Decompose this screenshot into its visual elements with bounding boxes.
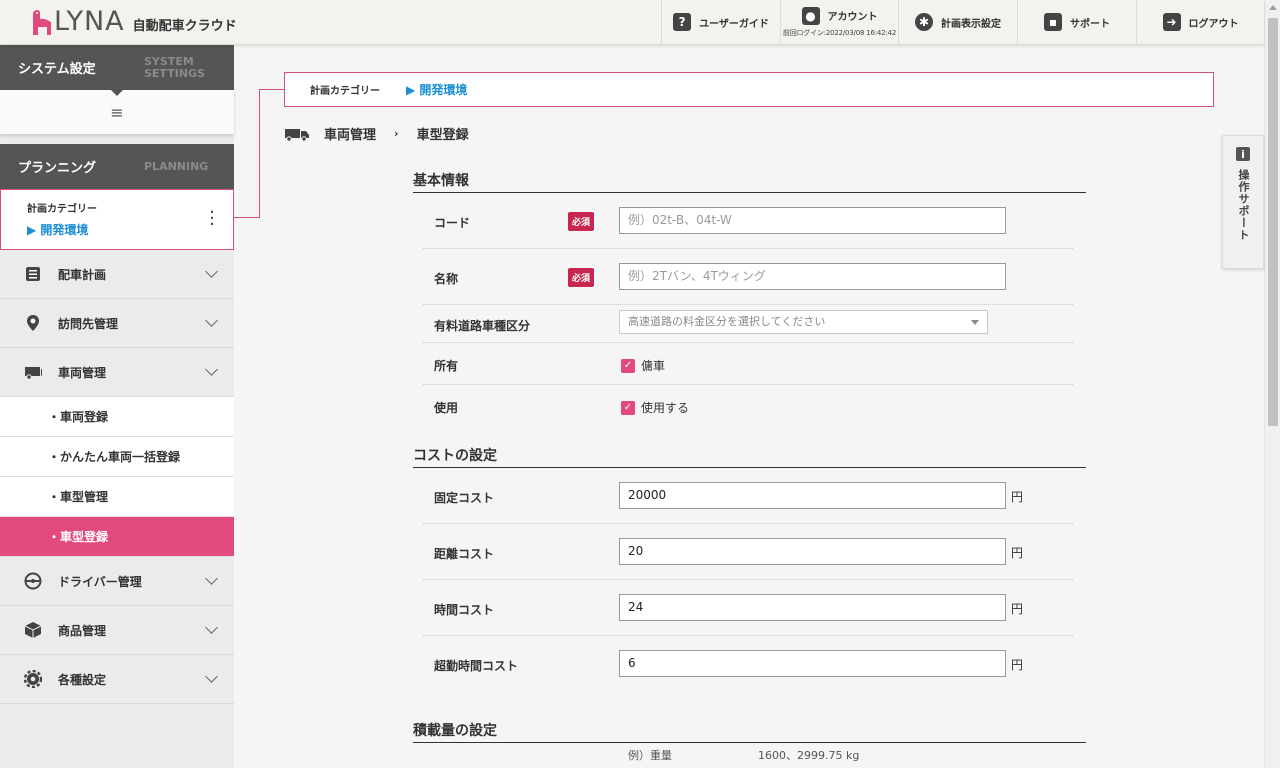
- chevron-down-icon: [205, 572, 218, 585]
- truck-icon: [24, 363, 42, 381]
- scroll-up-icon[interactable]: [1269, 5, 1277, 10]
- check-icon: ✓: [621, 358, 635, 373]
- distance-cost-row: 距離コスト 20 円: [423, 524, 1073, 580]
- section-title-load: 積載量の設定: [413, 718, 1086, 743]
- user-icon: ●: [801, 6, 820, 25]
- map-pin-icon: [24, 314, 42, 332]
- owned-row: 所有 ✓ 傭車: [423, 343, 1073, 385]
- load-example: 例）重量 1600、2999.75 kg: [628, 749, 860, 762]
- truck-icon: [284, 126, 310, 142]
- section-title-cost: コストの設定: [413, 443, 1086, 468]
- steering-wheel-icon: [24, 572, 42, 590]
- check-icon: ✓: [621, 400, 635, 415]
- account-button[interactable]: ● アカウント 前回ログイン:2022/03/08 16:42:42: [780, 0, 898, 44]
- sidebar-item-visit-management[interactable]: 訪問先管理: [0, 299, 234, 348]
- sidebar-subitem-bulk-vehicle-register[interactable]: ・かんたん車両一括登録: [0, 437, 234, 477]
- system-settings-section[interactable]: システム設定 SYSTEM SETTINGS: [0, 45, 234, 96]
- sidebar-item-settings[interactable]: 各種設定: [0, 655, 234, 704]
- breadcrumb: 車両管理 › 車型登録: [284, 124, 469, 143]
- usage-row: 使用 ✓ 使用する: [434, 399, 690, 416]
- logout-button[interactable]: ➜ ログアウト: [1136, 0, 1264, 44]
- chevron-down-icon: [205, 265, 218, 278]
- gear-icon: [24, 670, 42, 688]
- sidebar-plan-category[interactable]: 計画カテゴリー ▶ 開発環境 · · ·: [0, 189, 234, 250]
- info-icon: i: [1236, 147, 1250, 161]
- operation-support-tab[interactable]: i 操作サポート: [1222, 135, 1264, 269]
- llama-logo-icon: [30, 9, 52, 35]
- sidebar-item-product-management[interactable]: 商品管理: [0, 606, 234, 655]
- sidebar-nav: 配車計画 訪問先管理 車両管理 ・車両登録 ・かんたん車両一括登録 ・車型管理 …: [0, 250, 234, 704]
- main-content: 計画カテゴリー ▶ 開発環境 車両管理 › 車型登録 基本情報 コード 必須 例…: [234, 45, 1264, 768]
- required-badge: 必須: [568, 268, 595, 287]
- last-login: 前回ログイン:2022/03/08 16:42:42: [782, 28, 897, 37]
- gear-icon: ✱: [915, 13, 933, 31]
- distance-cost-input[interactable]: 20: [619, 538, 1006, 565]
- time-cost-row: 時間コスト 24 円: [423, 580, 1073, 636]
- header-nav: ? ユーザーガイド ● アカウント 前回ログイン:2022/03/08 16:4…: [661, 0, 1264, 44]
- chartered-checkbox[interactable]: ✓ 傭車: [621, 357, 665, 374]
- toll-row: 有料道路車種区分 高速道路の料金区分を選択してください: [423, 305, 1073, 343]
- sidebar-subitem-vehicle-type-register[interactable]: ・車型登録: [0, 517, 234, 557]
- logo-text: LYNA: [54, 6, 125, 37]
- fixed-cost-input[interactable]: 20000: [619, 482, 1006, 509]
- box-icon: [24, 621, 42, 639]
- sidebar-subitem-vehicle-type-management[interactable]: ・車型管理: [0, 477, 234, 517]
- chevron-down-icon: [205, 621, 218, 634]
- support-button[interactable]: ▪ サポート: [1017, 0, 1136, 44]
- scroll-thumb[interactable]: [1268, 18, 1278, 426]
- list-icon: [24, 265, 42, 283]
- chevron-down-icon: [205, 314, 218, 327]
- section-title-basic: 基本情報: [413, 168, 1086, 193]
- vehicle-type-form: 基本情報 コード 必須 例）02t-B、04t-W 名称 必須 例）2Tバン、4…: [413, 168, 1086, 763]
- toll-class-select[interactable]: 高速道路の料金区分を選択してください: [619, 310, 988, 334]
- chevron-down-icon: [205, 363, 218, 376]
- breadcrumb-page: 車型登録: [416, 128, 469, 143]
- more-vertical-icon[interactable]: · · ·: [209, 204, 215, 234]
- user-guide-button[interactable]: ? ユーザーガイド: [661, 0, 780, 44]
- scrollbar[interactable]: [1264, 0, 1280, 768]
- fixed-cost-row: 固定コスト 20000 円: [423, 468, 1073, 524]
- chevron-down-icon: [205, 670, 218, 683]
- chat-icon: ▪: [1044, 13, 1062, 31]
- sidebar-item-driver-management[interactable]: ドライバー管理: [0, 557, 234, 606]
- sidebar: システム設定 SYSTEM SETTINGS ≡ プランニング PLANNING…: [0, 45, 234, 768]
- overtime-cost-input[interactable]: 6: [619, 650, 1006, 677]
- menu-icon[interactable]: ≡: [0, 90, 234, 134]
- planning-section[interactable]: プランニング PLANNING: [0, 144, 234, 189]
- help-icon: ?: [673, 13, 692, 31]
- code-input[interactable]: 例）02t-B、04t-W: [619, 207, 1006, 234]
- sidebar-item-dispatch-plan[interactable]: 配車計画: [0, 250, 234, 299]
- name-input[interactable]: 例）2Tバン、4Tウィング: [619, 263, 1006, 290]
- logo[interactable]: LYNA 自動配車クラウド: [30, 8, 237, 36]
- breadcrumb-section[interactable]: 車両管理: [324, 124, 376, 143]
- plan-category-box[interactable]: 計画カテゴリー ▶ 開発環境: [284, 72, 1214, 107]
- time-cost-input[interactable]: 24: [619, 594, 1006, 621]
- app-name: 自動配車クラウド: [132, 18, 237, 34]
- logout-icon: ➜: [1162, 13, 1181, 31]
- sidebar-subitem-vehicle-register[interactable]: ・車両登録: [0, 397, 234, 437]
- required-badge: 必須: [568, 212, 595, 231]
- plan-display-settings-button[interactable]: ✱ 計画表示設定: [898, 0, 1017, 44]
- use-checkbox[interactable]: ✓ 使用する: [621, 399, 689, 416]
- overtime-cost-row: 超勤時間コスト 6 円: [423, 636, 1073, 692]
- name-row: 名称 必須 例）2Tバン、4Tウィング: [423, 249, 1073, 305]
- plan-category-value: ▶ 開発環境: [27, 223, 89, 237]
- chevron-down-icon: [971, 320, 979, 325]
- code-row: コード 必須 例）02t-B、04t-W: [423, 193, 1073, 249]
- sidebar-item-vehicle-management[interactable]: 車両管理: [0, 348, 234, 397]
- app-header: LYNA 自動配車クラウド ? ユーザーガイド ● アカウント 前回ログイン:2…: [0, 0, 1264, 45]
